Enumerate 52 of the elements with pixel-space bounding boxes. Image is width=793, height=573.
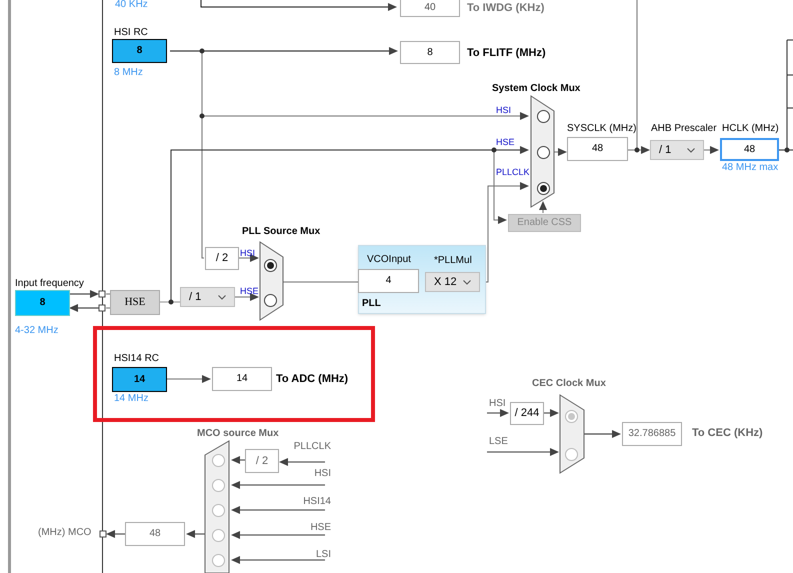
mux-input-label: HSI bbox=[496, 106, 512, 115]
frequency-note: 48 MHz max bbox=[722, 163, 778, 173]
mux-input-label: HSI bbox=[314, 469, 331, 479]
caret-icon bbox=[687, 148, 695, 152]
ahb-prescaler-dropdown[interactable]: / 1 bbox=[650, 140, 704, 160]
input-frequency-title: Input frequency bbox=[15, 279, 84, 289]
hsi-rc-value-field[interactable]: 8 bbox=[112, 39, 167, 63]
mux-title: PLL Source Mux bbox=[242, 227, 320, 237]
pll-mul-dropdown[interactable]: X 12 bbox=[425, 272, 480, 292]
flitf-value-field[interactable]: 8 bbox=[400, 41, 460, 64]
mux-input-label: LSE bbox=[489, 437, 508, 447]
caret-icon bbox=[218, 294, 226, 300]
mux-title: MCO source Mux bbox=[197, 429, 279, 439]
mux-input-label: PLLCLK bbox=[496, 168, 530, 177]
frequency-note: 40 KHz bbox=[115, 0, 148, 10]
hse-oscillator-block: HSE bbox=[110, 290, 160, 315]
mux-input-label: PLLCLK bbox=[294, 442, 331, 452]
divider-value-field[interactable]: / 2 bbox=[205, 247, 239, 270]
mux-input-label: HSI bbox=[240, 249, 256, 258]
hse-divider-dropdown[interactable]: / 1 bbox=[180, 287, 235, 307]
cec-label: To CEC (KHz) bbox=[692, 428, 763, 439]
frequency-note: 8 MHz bbox=[114, 68, 143, 78]
pll-mul-label: *PLLMul bbox=[434, 256, 472, 266]
input-frequency-field[interactable]: 8 bbox=[15, 290, 70, 316]
mux-input-label: HSI14 bbox=[303, 497, 331, 507]
frequency-note: 4-32 MHz bbox=[15, 326, 58, 336]
mux-title: System Clock Mux bbox=[492, 84, 580, 94]
caret-icon bbox=[463, 280, 471, 284]
mco-label: (MHz) MCO bbox=[38, 528, 92, 538]
mux-input-label: LSI bbox=[316, 550, 331, 560]
hsi14-rc-title: HSI14 RC bbox=[114, 354, 160, 364]
mux-input-label: HSE bbox=[310, 523, 331, 533]
pll-title: PLL bbox=[362, 299, 381, 309]
hclk-title: HCLK (MHz) bbox=[722, 124, 779, 134]
vco-input-label: VCOInput bbox=[367, 255, 411, 265]
sysclk-value-field[interactable]: 48 bbox=[567, 137, 628, 161]
adc-value-field[interactable]: 14 bbox=[212, 367, 272, 391]
mux-title: CEC Clock Mux bbox=[532, 379, 606, 389]
hclk-value-field[interactable]: 48 bbox=[720, 138, 779, 161]
ahb-prescaler-title: AHB Prescaler bbox=[651, 124, 717, 134]
vco-input-field[interactable]: 4 bbox=[358, 269, 419, 293]
frequency-note: 14 MHz bbox=[114, 394, 148, 404]
mux-input-label: HSE bbox=[496, 138, 515, 147]
mux-input-label: HSE bbox=[240, 287, 259, 296]
iwdg-label: To IWDG (KHz) bbox=[467, 3, 544, 14]
flitf-label: To FLITF (MHz) bbox=[467, 48, 546, 59]
hsi-rc-title: HSI RC bbox=[114, 28, 148, 38]
mux-input-label: HSI bbox=[489, 399, 506, 409]
hsi14-rc-value-field[interactable]: 14 bbox=[112, 367, 167, 392]
sysclk-title: SYSCLK (MHz) bbox=[567, 124, 636, 134]
iwdg-value-field[interactable]: 40 bbox=[400, 0, 460, 17]
adc-label: To ADC (MHz) bbox=[276, 374, 348, 385]
